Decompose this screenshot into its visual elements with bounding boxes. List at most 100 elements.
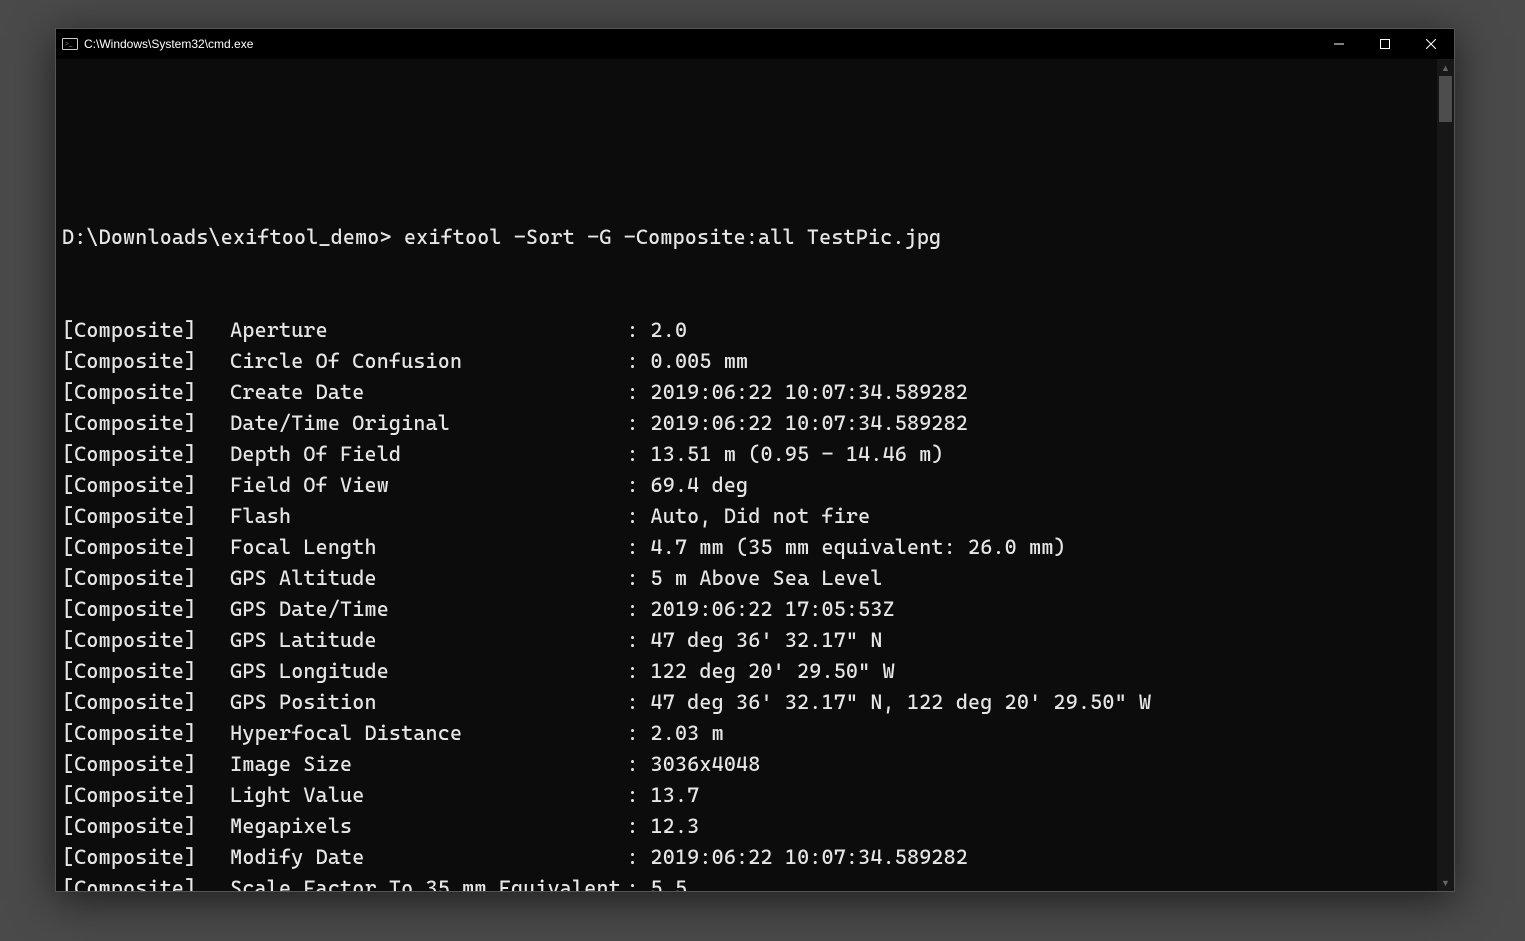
titlebar[interactable]: >_ C:\Windows\System32\cmd.exe — [56, 29, 1454, 59]
output-group: [Composite] — [62, 656, 230, 687]
close-button[interactable] — [1408, 29, 1454, 59]
output-value: Auto, Did not fire — [651, 504, 871, 528]
output-key: Circle Of Confusion — [230, 346, 626, 377]
output-separator: : — [627, 408, 651, 439]
output-row: [Composite]Focal Length: 4.7 mm (35 mm e… — [62, 532, 1437, 563]
output-key: Modify Date — [230, 842, 626, 873]
output-row: [Composite]Circle Of Confusion: 0.005 mm — [62, 346, 1437, 377]
output-key: Megapixels — [230, 811, 626, 842]
output-key: Image Size — [230, 749, 626, 780]
output-group: [Composite] — [62, 377, 230, 408]
output-separator: : — [627, 470, 651, 501]
output-value: 13.7 — [651, 783, 700, 807]
output-value: 13.51 m (0.95 - 14.46 m) — [651, 442, 944, 466]
output-row: [Composite]Field Of View: 69.4 deg — [62, 470, 1437, 501]
output-key: Field Of View — [230, 470, 626, 501]
output-key: GPS Altitude — [230, 563, 626, 594]
output-group: [Composite] — [62, 811, 230, 842]
output-value: 2019:06:22 10:07:34.589282 — [651, 380, 969, 404]
output-key: Light Value — [230, 780, 626, 811]
output-group: [Composite] — [62, 749, 230, 780]
terminal-output[interactable]: D:\Downloads\exiftool_demo> exiftool -So… — [56, 59, 1437, 891]
output-rows: [Composite]Aperture: 2.0[Composite]Circl… — [62, 315, 1437, 891]
svg-text:>_: >_ — [65, 40, 73, 48]
output-row: [Composite]GPS Latitude: 47 deg 36' 32.1… — [62, 625, 1437, 656]
output-separator: : — [627, 656, 651, 687]
output-row: [Composite]Hyperfocal Distance: 2.03 m — [62, 718, 1437, 749]
output-separator: : — [627, 563, 651, 594]
output-value: 122 deg 20' 29.50" W — [651, 659, 895, 683]
output-group: [Composite] — [62, 470, 230, 501]
output-value: 12.3 — [651, 814, 700, 838]
output-row: [Composite]Light Value: 13.7 — [62, 780, 1437, 811]
output-key: GPS Date/Time — [230, 594, 626, 625]
output-group: [Composite] — [62, 873, 230, 891]
output-row: [Composite]Flash: Auto, Did not fire — [62, 501, 1437, 532]
output-value: 47 deg 36' 32.17" N, 122 deg 20' 29.50" … — [651, 690, 1152, 714]
maximize-button[interactable] — [1362, 29, 1408, 59]
output-separator: : — [627, 315, 651, 346]
output-key: Scale Factor To 35 mm Equivalent — [230, 873, 626, 891]
output-key: Depth Of Field — [230, 439, 626, 470]
output-group: [Composite] — [62, 346, 230, 377]
output-separator: : — [627, 718, 651, 749]
output-separator: : — [627, 501, 651, 532]
output-value: 2019:06:22 10:07:34.589282 — [651, 845, 969, 869]
window-title: C:\Windows\System32\cmd.exe — [84, 37, 253, 51]
output-key: GPS Latitude — [230, 625, 626, 656]
output-separator: : — [627, 842, 651, 873]
scroll-up-arrow-icon[interactable]: ▲ — [1437, 59, 1454, 76]
output-row: [Composite]Megapixels: 12.3 — [62, 811, 1437, 842]
output-row: [Composite]Modify Date: 2019:06:22 10:07… — [62, 842, 1437, 873]
output-separator: : — [627, 439, 651, 470]
minimize-button[interactable] — [1316, 29, 1362, 59]
output-group: [Composite] — [62, 780, 230, 811]
output-key: Aperture — [230, 315, 626, 346]
output-group: [Composite] — [62, 718, 230, 749]
output-separator: : — [627, 377, 651, 408]
cmd-icon: >_ — [62, 36, 78, 52]
output-value: 3036x4048 — [651, 752, 761, 776]
output-key: Flash — [230, 501, 626, 532]
output-key: Date/Time Original — [230, 408, 626, 439]
output-group: [Composite] — [62, 625, 230, 656]
output-separator: : — [627, 811, 651, 842]
output-row: [Composite]GPS Altitude: 5 m Above Sea L… — [62, 563, 1437, 594]
output-row: [Composite]Date/Time Original: 2019:06:2… — [62, 408, 1437, 439]
output-value: 2.0 — [651, 318, 688, 342]
output-separator: : — [627, 625, 651, 656]
output-row: [Composite]GPS Date/Time: 2019:06:22 17:… — [62, 594, 1437, 625]
output-value: 5 m Above Sea Level — [651, 566, 883, 590]
output-row: [Composite]GPS Position: 47 deg 36' 32.1… — [62, 687, 1437, 718]
output-value: 0.005 mm — [651, 349, 749, 373]
vertical-scrollbar[interactable]: ▲ ▼ — [1437, 59, 1454, 891]
output-value: 2019:06:22 10:07:34.589282 — [651, 411, 969, 435]
cmd-window: >_ C:\Windows\System32\cmd.exe D:\Downlo… — [55, 28, 1455, 892]
output-group: [Composite] — [62, 563, 230, 594]
output-group: [Composite] — [62, 532, 230, 563]
output-key: GPS Position — [230, 687, 626, 718]
output-key: Focal Length — [230, 532, 626, 563]
client-area: D:\Downloads\exiftool_demo> exiftool -So… — [56, 59, 1454, 891]
prompt: D:\Downloads\exiftool_demo> — [62, 225, 392, 249]
output-group: [Composite] — [62, 687, 230, 718]
output-separator: : — [627, 749, 651, 780]
output-key: GPS Longitude — [230, 656, 626, 687]
command-text: exiftool -Sort -G -Composite:all TestPic… — [404, 225, 941, 249]
output-value: 2019:06:22 17:05:53Z — [651, 597, 895, 621]
output-row: [Composite]Create Date: 2019:06:22 10:07… — [62, 377, 1437, 408]
window-controls — [1316, 29, 1454, 59]
output-separator: : — [627, 873, 651, 891]
output-group: [Composite] — [62, 501, 230, 532]
output-value: 2.03 m — [651, 721, 724, 745]
output-value: 47 deg 36' 32.17" N — [651, 628, 883, 652]
output-separator: : — [627, 594, 651, 625]
scroll-thumb[interactable] — [1439, 76, 1452, 122]
output-row: [Composite]Depth Of Field: 13.51 m (0.95… — [62, 439, 1437, 470]
output-separator: : — [627, 532, 651, 563]
output-group: [Composite] — [62, 842, 230, 873]
blank-line — [62, 129, 1437, 160]
output-row: [Composite]Image Size: 3036x4048 — [62, 749, 1437, 780]
scroll-down-arrow-icon[interactable]: ▼ — [1437, 874, 1454, 891]
output-separator: : — [627, 346, 651, 377]
